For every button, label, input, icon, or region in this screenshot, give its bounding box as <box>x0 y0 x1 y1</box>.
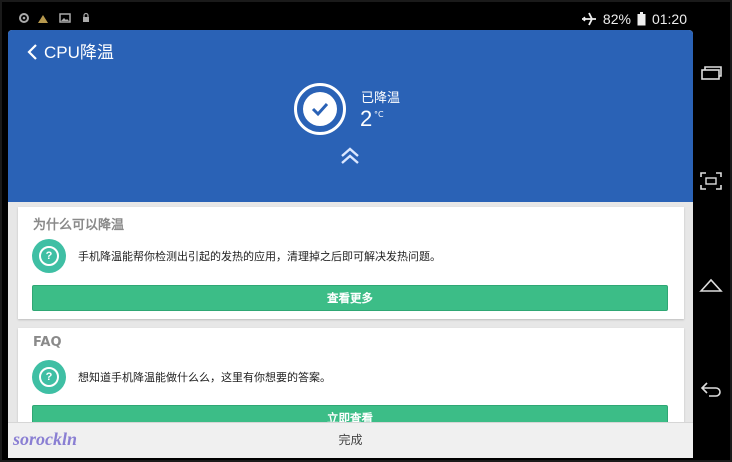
card-title: 为什么可以降温 <box>33 218 125 233</box>
recent-apps-icon[interactable] <box>699 64 723 86</box>
check-icon <box>311 102 329 117</box>
battery-icon <box>637 12 646 26</box>
question-mark: ? <box>39 367 59 387</box>
lock-icon <box>83 12 89 22</box>
card-title: FAQ <box>33 335 62 350</box>
image-icon <box>38 15 48 23</box>
view-more-button[interactable]: 查看更多 <box>32 285 668 311</box>
question-mark: ? <box>39 246 59 266</box>
cooled-indicator <box>294 83 346 135</box>
question-icon: ? <box>32 239 66 273</box>
photo-icon <box>59 13 71 23</box>
card-text: 想知道手机降温能做什么么，这里有你想要的答案。 <box>78 371 331 384</box>
page-title: CPU降温 <box>44 43 114 62</box>
status-right: 82% 01:20 <box>581 11 687 27</box>
back-icon[interactable] <box>699 378 723 400</box>
settings-icon <box>19 13 29 23</box>
temperature-unit: °C <box>374 110 384 119</box>
question-icon: ? <box>32 360 66 394</box>
airplane-icon <box>581 12 596 26</box>
done-button[interactable]: 完成 <box>8 423 693 458</box>
status-bar: 82% 01:20 <box>8 8 693 30</box>
navigation-bar <box>693 8 728 458</box>
footer-bar: 完成 sorockln <box>8 422 693 458</box>
home-icon[interactable] <box>699 274 723 296</box>
header-panel: CPU降温 已降温 2 °C <box>8 30 693 202</box>
back-arrow-icon[interactable] <box>24 42 42 62</box>
watermark: sorockln <box>13 429 78 449</box>
battery-percent: 82% <box>602 11 631 27</box>
status-label: 已降温 <box>361 91 401 106</box>
app-window: CPU降温 已降温 2 °C 为什么可以降温 ? 手机降温能帮你检测出引起的发热… <box>8 30 693 458</box>
temperature-value: 2 <box>360 106 373 131</box>
screenshot-icon[interactable] <box>699 170 723 192</box>
chevron-up-double-icon[interactable] <box>339 146 361 166</box>
check-badge <box>303 92 337 126</box>
device-frame: 82% 01:20 CPU降温 已降温 2 °C 为什么可以降温 ? 手机降温能… <box>0 0 732 462</box>
why-cooling-card: 为什么可以降温 ? 手机降温能帮你检测出引起的发热的应用，清理掉之后即可解决发热… <box>18 207 684 319</box>
card-text: 手机降温能帮你检测出引起的发热的应用，清理掉之后即可解决发热问题。 <box>78 250 441 263</box>
clock: 01:20 <box>651 11 687 27</box>
